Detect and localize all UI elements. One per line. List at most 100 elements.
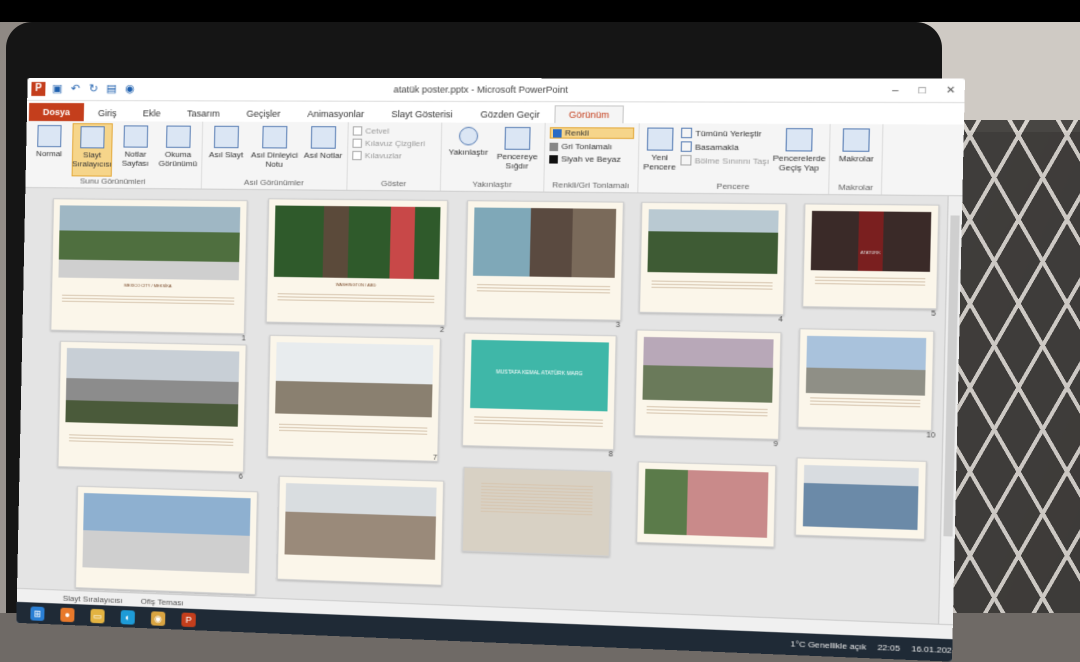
slide-text-lines <box>480 482 593 518</box>
notes-page-button[interactable]: Notlar Sayfası <box>116 123 156 177</box>
slide-thumbnail-3[interactable]: 3 <box>464 200 624 329</box>
minimize-button[interactable]: – <box>892 84 899 96</box>
firefox-icon[interactable]: ● <box>60 607 75 622</box>
window-title: atatük poster.pptx - Microsoft PowerPoin… <box>393 84 569 95</box>
slide-thumbnail[interactable] <box>794 457 927 540</box>
checkbox-icon <box>352 138 363 148</box>
close-button[interactable]: ✕ <box>946 84 956 96</box>
notes-page-icon <box>123 125 149 148</box>
tab-review[interactable]: Gözden Geçir <box>467 106 552 123</box>
split-icon <box>680 154 692 166</box>
slide-thumbnail-6[interactable]: 6 <box>57 340 247 481</box>
slide-thumbnail-8[interactable]: MUSTAFA KEMAL ATATÜRK MARG 8 <box>461 332 617 459</box>
guides-checkbox[interactable]: Kılavuzlar <box>352 150 436 161</box>
move-split-button[interactable]: Bölme Sınırını Taşı <box>680 154 769 166</box>
slide-photo <box>643 468 769 538</box>
slide-text-lines <box>61 294 235 306</box>
handout-master-button[interactable]: Asıl Dinleyici Notu <box>249 124 300 178</box>
group-color: Renkli Gri Tonlamalı Siyah ve Beyaz Renk… <box>544 122 640 193</box>
powerpoint-taskbar-icon[interactable]: P <box>181 611 196 627</box>
arrange-all-button[interactable]: Tümünü Yerleştir <box>680 127 770 139</box>
slide-thumbnail[interactable] <box>636 461 777 548</box>
slide-thumbnail-4[interactable]: 4 <box>638 201 787 324</box>
checkbox-icon <box>352 126 363 136</box>
group-master-views: Asıl Slayt Asıl Dinleyici Notu Asıl Notl… <box>201 121 349 190</box>
view-status: Slayt Sıralayıcısı <box>62 593 123 605</box>
black-white-button[interactable]: Siyah ve Beyaz <box>549 154 634 164</box>
checkbox-icon <box>352 150 362 161</box>
notes-master-button[interactable]: Asıl Notlar <box>303 124 344 178</box>
reading-view-button[interactable]: Okuma Görünümü <box>158 123 198 177</box>
tab-insert[interactable]: Ekle <box>131 105 173 121</box>
tab-file[interactable]: Dosya <box>28 102 85 122</box>
slide-text-lines <box>474 416 603 428</box>
tab-design[interactable]: Tasarım <box>175 105 233 121</box>
group-label: Pencere <box>716 181 750 192</box>
group-label: Sunu Görünümleri <box>79 176 146 187</box>
slide-thumbnail-1[interactable]: MEXICO CITY / MEKSİKA 1 <box>50 198 248 342</box>
group-label: Asıl Görünümler <box>243 177 304 188</box>
group-window: Yeni Pencere Tümünü Yerleştir Basamakla … <box>638 123 832 195</box>
slide-text-lines <box>69 434 234 447</box>
slide-photo <box>65 347 240 427</box>
bw-swatch-icon <box>549 154 558 164</box>
tab-transitions[interactable]: Geçişler <box>234 106 293 122</box>
tab-animations[interactable]: Animasyonlar <box>295 106 377 123</box>
slide-thumbnail-5[interactable]: ATATÜRK 5 <box>802 203 940 318</box>
group-label: Renkli/Gri Tonlamalı <box>552 180 630 191</box>
grayscale-button[interactable]: Gri Tonlamalı <box>549 142 634 152</box>
slide-master-button[interactable]: Asıl Slayt <box>206 124 246 178</box>
slide-thumbnail[interactable] <box>74 485 258 596</box>
slide-thumbnail-2[interactable]: WASHINGTON / ABD 2 <box>265 198 449 334</box>
top-dark-strip <box>0 0 1080 22</box>
magnifier-icon <box>458 126 479 146</box>
laptop-bezel: hp P ▣ ↶ ↻ ▤ ◉ atatük poster.pptx - Micr… <box>6 22 966 662</box>
new-window-icon <box>646 127 674 151</box>
system-tray: 1°C Genellikle açık 22:05 16.01.2022 <box>790 639 957 655</box>
ruler-checkbox[interactable]: Cetvel <box>352 126 437 136</box>
tab-view[interactable]: Görünüm <box>554 105 624 124</box>
group-macros: Makrolar Makrolar <box>829 124 884 195</box>
weather-widget[interactable]: 1°C Genellikle açık <box>790 639 866 652</box>
slide-photo <box>647 209 779 274</box>
fit-to-window-button[interactable]: Pencereye Sığdır <box>494 125 540 180</box>
window-controls: – □ ✕ <box>892 84 956 96</box>
macros-icon <box>842 128 871 152</box>
tab-slide-show[interactable]: Slayt Gösterisi <box>379 106 466 123</box>
grayscale-swatch-icon <box>549 142 559 151</box>
slide-text-lines <box>476 284 611 295</box>
slide-text-lines <box>809 397 921 409</box>
clock-time[interactable]: 22:05 <box>877 643 900 653</box>
start-icon[interactable]: ⊞ <box>30 605 45 621</box>
edge-icon[interactable]: ◐ <box>120 609 135 625</box>
slide-sorter-button[interactable]: Slayt Sıralayıcısı <box>71 123 113 177</box>
slide-thumbnail-7[interactable]: 7 <box>266 334 441 462</box>
switch-windows-button[interactable]: Pencerelerde Geçiş Yap <box>773 126 826 182</box>
zoom-button[interactable]: Yakınlaştır <box>445 125 491 180</box>
color-button[interactable]: Renkli <box>549 127 635 139</box>
macros-button[interactable]: Makrolar <box>834 126 878 183</box>
file-explorer-icon[interactable]: ▭ <box>90 608 105 623</box>
maximize-button[interactable]: □ <box>919 84 926 96</box>
gridlines-checkbox[interactable]: Kılavuz Çizgileri <box>352 138 436 149</box>
slide-thumbnail[interactable] <box>276 475 445 586</box>
arrange-icon <box>680 127 693 139</box>
slide-thumbnail-10[interactable]: 10 <box>797 328 935 440</box>
slide-photo <box>472 207 617 278</box>
laptop-screen: P ▣ ↶ ↻ ▤ ◉ atatük poster.pptx - Microso… <box>16 77 966 662</box>
slide-photo <box>275 342 434 418</box>
ribbon: Normal Slayt Sıralayıcısı Notlar Sayfası… <box>25 120 964 197</box>
slide-master-icon <box>213 125 239 149</box>
slide-thumbnail-9[interactable]: 9 <box>634 329 782 448</box>
cascade-button[interactable]: Basamakla <box>680 141 770 152</box>
tab-home[interactable]: Giriş <box>86 105 129 121</box>
group-show: Cetvel Kılavuz Çizgileri Kılavuzlar Göst… <box>347 122 443 191</box>
notes-master-icon <box>310 126 337 149</box>
slide-thumbnail[interactable] <box>461 466 612 557</box>
clock-date[interactable]: 16.01.2022 <box>911 644 957 655</box>
new-window-button[interactable]: Yeni Pencere <box>643 125 677 181</box>
normal-view-icon <box>37 125 62 148</box>
slide-sorter-icon <box>80 126 105 149</box>
slide-text-lines <box>651 280 773 291</box>
normal-view-button[interactable]: Normal <box>30 123 69 176</box>
